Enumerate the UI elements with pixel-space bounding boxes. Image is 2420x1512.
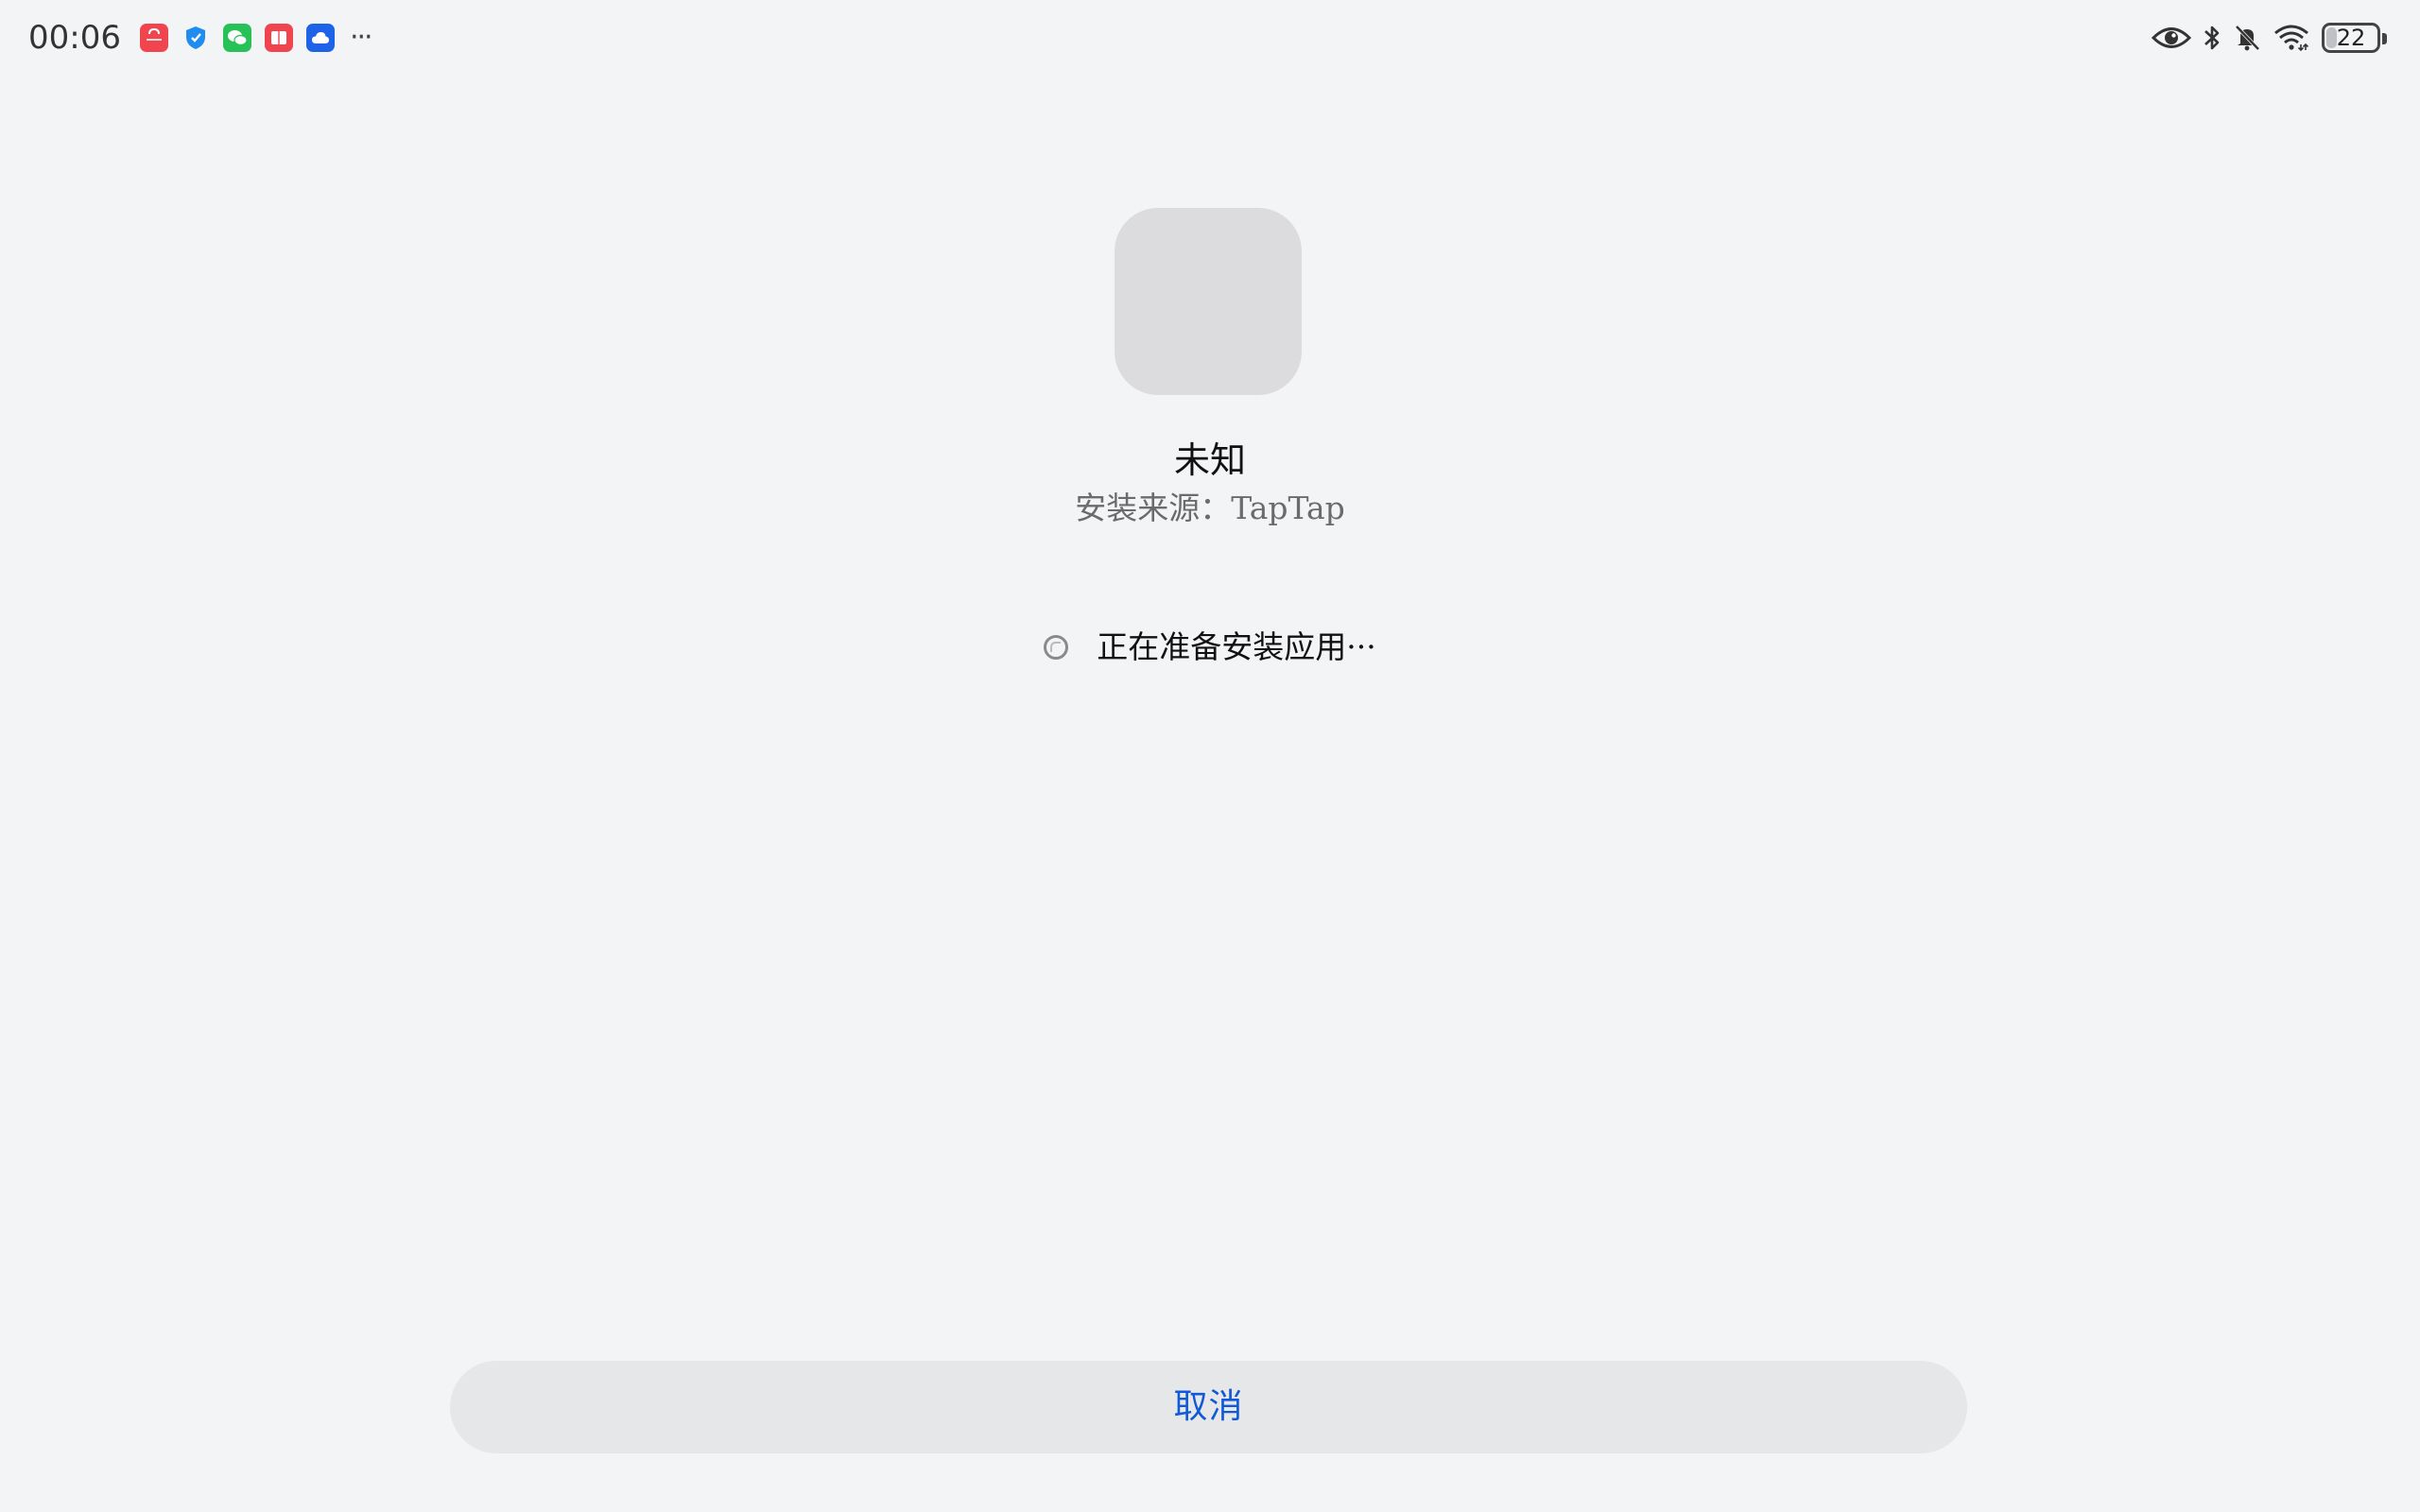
install-progress: 正在准备安装应用··· <box>0 624 2420 671</box>
loading-spinner-icon <box>1044 635 1069 660</box>
wechat-icon <box>222 24 251 52</box>
status-bar: 00:06 ··· 22 <box>0 0 2420 76</box>
bell-muted-icon <box>2233 24 2261 52</box>
cancel-button[interactable]: 取消 <box>450 1361 1967 1453</box>
status-time: 00:06 <box>28 19 121 57</box>
book-icon <box>264 24 293 52</box>
eye-icon <box>2152 24 2191 52</box>
cancel-button-label: 取消 <box>1173 1387 1244 1426</box>
battery-fill <box>2326 27 2338 48</box>
app-name: 未知 <box>1173 439 1246 481</box>
bluetooth-icon <box>2203 24 2221 52</box>
battery-indicator: 22 <box>2322 23 2387 53</box>
app-icon-placeholder <box>1115 208 1302 395</box>
status-left: 00:06 ··· <box>28 17 373 59</box>
cloud-icon <box>305 24 335 52</box>
more-notifications-indicator: ··· <box>349 21 373 54</box>
battery-level: 22 <box>2336 25 2366 51</box>
shield-icon <box>182 24 210 52</box>
status-right: 22 <box>2152 17 2388 59</box>
wifi-icon <box>2273 24 2310 52</box>
install-source: 安装来源：TapTap <box>1075 490 1345 526</box>
progress-status-text: 正在准备安装应用··· <box>1097 628 1376 665</box>
app-store-icon <box>139 24 168 52</box>
